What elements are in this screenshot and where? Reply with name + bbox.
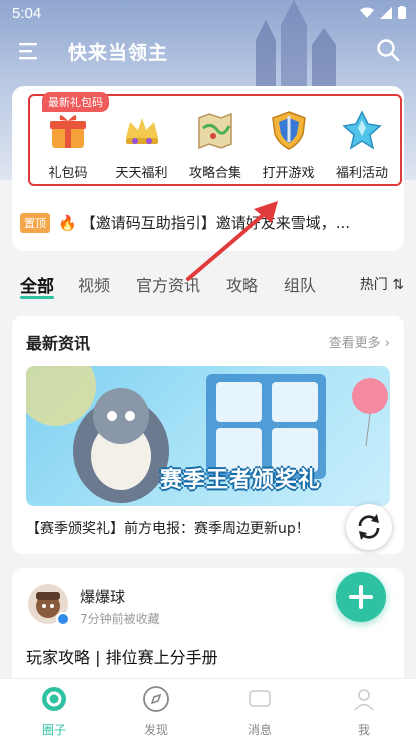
plus-icon xyxy=(349,585,373,609)
post-title[interactable]: 玩家攻略 | 排位赛上分手册 xyxy=(26,644,218,668)
search-icon[interactable] xyxy=(376,38,400,62)
view-more-label: 查看更多 xyxy=(328,336,381,351)
shortcut-open-game[interactable]: 打开游戏 xyxy=(253,100,325,181)
shortcut-daily-benefits[interactable]: 天天福利 xyxy=(106,100,178,181)
bottom-navigation: 圈子 发现 消息 我 xyxy=(0,678,416,739)
annotation-arrow xyxy=(186,201,278,281)
create-post-button[interactable] xyxy=(336,572,386,622)
nav-label: 发现 xyxy=(143,723,168,737)
crown-gems-icon xyxy=(125,118,158,144)
nav-label: 消息 xyxy=(247,723,272,737)
verified-badge-icon xyxy=(56,612,70,626)
active-tab-indicator xyxy=(20,296,54,299)
news-heading: 最新资讯 xyxy=(26,334,91,353)
latest-news-card: 最新资讯 查看更多 › 赛季王者颁奖礼 【赛季颁奖礼】前方电报：赛季周边更新up… xyxy=(12,316,404,554)
app-title: 快来当领主 xyxy=(68,42,169,64)
compass-icon xyxy=(143,686,169,712)
circle-icon xyxy=(42,687,66,711)
nav-messages[interactable]: 消息 xyxy=(230,685,290,738)
shortcut-label: 礼包码 xyxy=(48,166,88,181)
shortcut-gift-code[interactable]: 礼包码 xyxy=(32,100,104,181)
shield-sword-icon xyxy=(271,111,306,150)
sort-label: 热门 xyxy=(359,277,388,293)
gift-icon xyxy=(50,115,86,148)
status-bar: 5:04 xyxy=(0,0,416,28)
status-time: 5:04 xyxy=(12,5,42,22)
sort-hot-button[interactable]: 热门 ⇅ xyxy=(360,274,404,294)
status-icons xyxy=(360,6,406,19)
news-caption[interactable]: 【赛季颁奖礼】前方电报：赛季周边更新up！ xyxy=(26,518,310,538)
new-gift-code-badge: 最新礼包码 xyxy=(42,92,109,112)
signal-icon xyxy=(380,6,392,19)
shortcut-label: 天天福利 xyxy=(115,166,168,181)
battery-icon xyxy=(398,6,406,19)
shortcut-label: 攻略合集 xyxy=(188,166,241,181)
tab-video[interactable]: 视频 xyxy=(78,272,110,296)
wifi-icon xyxy=(360,7,374,18)
map-icon xyxy=(198,112,232,150)
nav-discover[interactable]: 发现 xyxy=(126,685,186,738)
news-banner[interactable]: 赛季王者颁奖礼 xyxy=(26,366,390,506)
shortcut-guide-collection[interactable]: 攻略合集 xyxy=(179,100,251,181)
nav-me[interactable]: 我 xyxy=(334,685,394,738)
shortcut-welfare-events[interactable]: 福利活动 xyxy=(326,100,398,181)
crystal-icon xyxy=(342,110,382,150)
shortcuts-row: 礼包码 天天福利 攻略合集 打开游戏 福利活动 xyxy=(32,100,398,181)
person-icon xyxy=(354,689,374,711)
shortcut-label: 打开游戏 xyxy=(262,166,315,181)
shortcut-label: 福利活动 xyxy=(335,166,388,181)
refresh-icon xyxy=(358,514,380,540)
pinned-tag: 置顶 xyxy=(20,212,50,233)
view-more-link[interactable]: 查看更多 › xyxy=(329,332,390,351)
nav-label: 圈子 xyxy=(41,723,66,737)
fire-icon: 🔥 xyxy=(58,213,77,232)
tab-all[interactable]: 全部 xyxy=(20,272,54,297)
banner-title: 赛季王者颁奖礼 xyxy=(160,468,322,493)
menu-icon[interactable] xyxy=(18,40,40,62)
nav-label: 我 xyxy=(357,723,370,737)
message-icon xyxy=(249,690,271,707)
nav-circle[interactable]: 圈子 xyxy=(24,685,84,738)
refresh-button[interactable] xyxy=(346,504,392,550)
author-name[interactable]: 爆爆球 xyxy=(80,586,125,607)
app-bar: 快来当领主 xyxy=(0,34,416,68)
post-meta: 7分钟前被收藏 xyxy=(80,612,160,626)
